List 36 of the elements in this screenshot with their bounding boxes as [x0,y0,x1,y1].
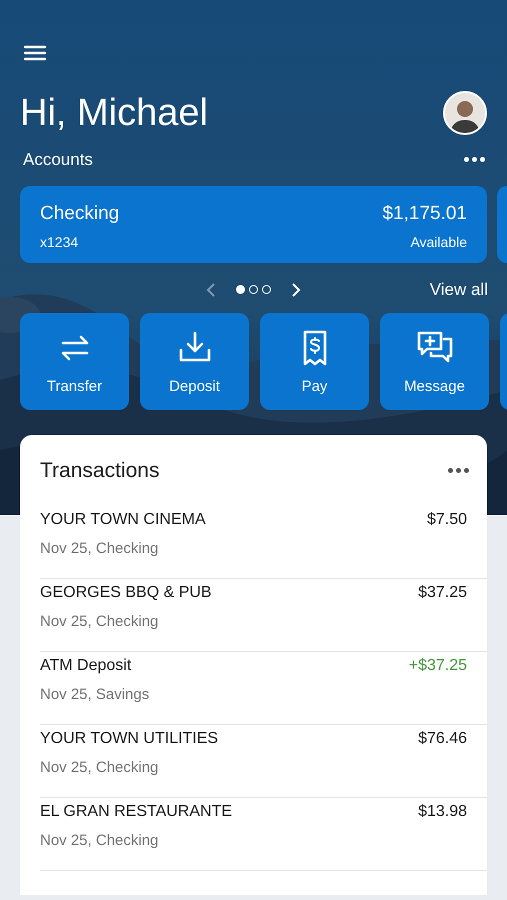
transaction-detail: Nov 25, Checking [40,539,160,559]
view-all-link[interactable]: View all [430,276,488,302]
balance-label: Available [410,233,467,252]
action-button[interactable]: Transfer [20,312,129,410]
transactions-title: Transactions [40,458,160,484]
greeting: Hi, Michael [20,91,208,136]
transaction-name: ATM Deposit [40,656,132,676]
account-balance: $1,175.01 [382,202,467,226]
action-button[interactable]: Deposit [140,312,249,410]
transaction-name: GEORGES BBQ & PUB [40,583,212,603]
transaction-row[interactable]: GEORGES BBQ & PUB Nov 25, Checking $37.25 [40,579,487,652]
transaction-amount: +$37.25 [408,656,467,676]
account-number: x1234 [40,233,80,252]
transaction-name: EL GRAN RESTAURANTE [40,802,232,822]
chevron-right-icon[interactable] [291,282,301,298]
transaction-name: YOUR TOWN UTILITIES [40,729,218,749]
transaction-row[interactable]: YOUR TOWN UTILITIES Nov 25, Checking $76.46 [40,725,487,798]
transaction-detail: Nov 25, Savings [40,685,150,705]
menu-icon[interactable] [23,43,47,63]
action-button[interactable]: Message [380,312,489,410]
transaction-row[interactable]: YOUR TOWN CINEMA Nov 25, Checking $7.50 [40,506,487,579]
transaction-detail: Nov 25, Checking [40,831,160,851]
account-card[interactable]: Checking x1234 $1,175.01 Available [20,186,487,262]
transaction-detail: Nov 25, Checking [40,612,160,632]
account-name: Checking [40,202,120,226]
transaction-amount: $13.98 [418,802,467,822]
transaction-name: YOUR TOWN CINEMA [40,510,206,530]
chevron-left-icon[interactable] [206,282,216,298]
accounts-label: Accounts [23,149,93,171]
transaction-detail: Nov 25, Checking [40,758,160,778]
transaction-row[interactable]: EL GRAN RESTAURANTE Nov 25, Checking $13.98 [40,798,487,871]
transaction-amount: $37.25 [418,583,467,603]
transaction-amount: $7.50 [426,510,467,530]
transaction-amount: $76.46 [418,729,467,749]
transaction-row[interactable]: ATM Deposit Nov 25, Savings +$37.25 [40,652,487,725]
action-button[interactable]: Pay [260,312,369,410]
